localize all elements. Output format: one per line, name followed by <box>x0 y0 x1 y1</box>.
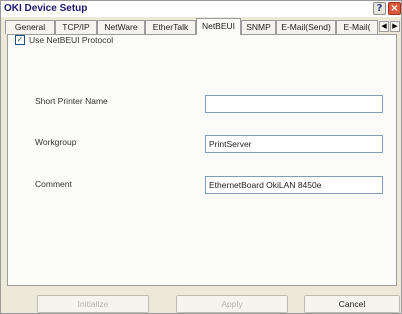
device-setup-window: OKI Device Setup ? × General TCP/IP NetW… <box>0 0 402 314</box>
short-printer-name-label: Short Printer Name <box>35 96 108 106</box>
tab-email-receive[interactable]: E-Mail( <box>336 20 378 34</box>
netbeui-panel <box>7 34 397 286</box>
use-netbeui-checkbox[interactable]: ✓ <box>15 35 25 45</box>
workgroup-label: Workgroup <box>35 137 77 147</box>
tab-ethertalk[interactable]: EtherTalk <box>145 20 196 34</box>
comment-label: Comment <box>35 179 72 189</box>
tab-general[interactable]: General <box>5 20 55 34</box>
tab-email-send[interactable]: E-Mail(Send) <box>276 20 336 34</box>
title-bar: OKI Device Setup ? × <box>1 1 401 17</box>
comment-field[interactable]: EthernetBoard OkiLAN 8450e <box>205 176 383 194</box>
help-button[interactable]: ? <box>373 2 386 15</box>
tab-scroll-right-icon[interactable]: ▶ <box>390 21 400 32</box>
cancel-button[interactable]: Cancel <box>304 295 400 313</box>
tab-tcpip[interactable]: TCP/IP <box>55 20 97 34</box>
tab-netbeui[interactable]: NetBEUI <box>196 18 241 35</box>
tab-strip: General TCP/IP NetWare EtherTalk NetBEUI… <box>1 18 401 35</box>
workgroup-field[interactable]: PrintServer <box>205 135 383 153</box>
window-title: OKI Device Setup <box>4 3 88 14</box>
tab-netware[interactable]: NetWare <box>97 20 145 34</box>
tab-scroll-left-icon[interactable]: ◀ <box>379 21 389 32</box>
short-printer-name-field[interactable] <box>205 95 383 113</box>
close-button[interactable]: × <box>388 2 401 15</box>
use-netbeui-label: Use NetBEUI Protocol <box>29 35 114 45</box>
apply-button[interactable]: Apply <box>176 295 288 313</box>
initialize-button[interactable]: Initialize <box>37 295 149 313</box>
tab-snmp[interactable]: SNMP <box>241 20 276 34</box>
